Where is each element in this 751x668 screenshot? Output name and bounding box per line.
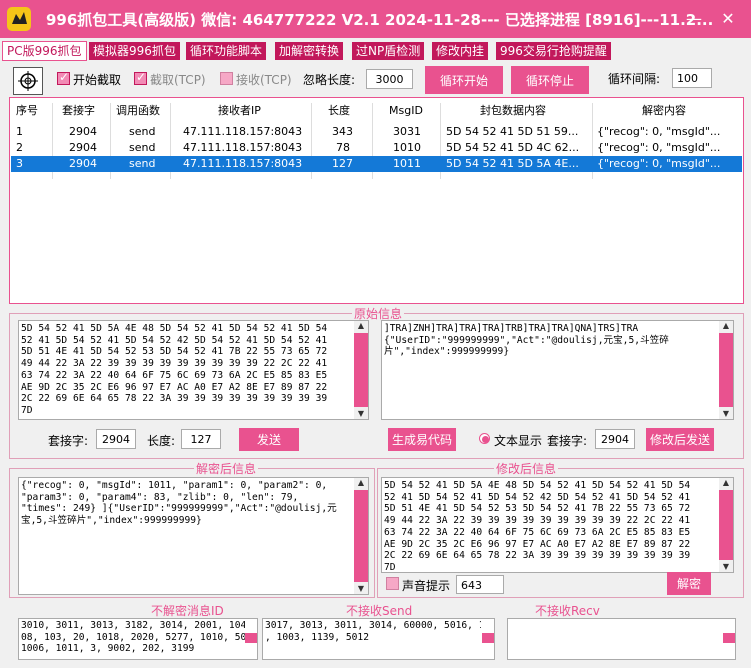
no-decrypt-scroll-thumb[interactable] bbox=[245, 633, 257, 643]
text-display-radio[interactable] bbox=[479, 433, 490, 444]
sound-alert-label: 声音提示 bbox=[402, 579, 451, 593]
raw-hex-scroll-thumb[interactable] bbox=[354, 333, 368, 407]
decrypted-scroll-thumb[interactable] bbox=[354, 490, 368, 582]
sound-alert-checkbox[interactable] bbox=[386, 577, 399, 590]
col-header-decrypted[interactable]: 解密内容 bbox=[642, 103, 686, 119]
scroll-down-icon[interactable]: ▼ bbox=[354, 584, 368, 594]
no-send-text: 3017, 3013, 3011, 3014, 60000, 5016, 100… bbox=[265, 620, 481, 643]
scroll-down-icon[interactable]: ▼ bbox=[719, 409, 733, 419]
no-recv-title: 不接收Recv bbox=[535, 604, 600, 618]
scroll-up-icon[interactable]: ▲ bbox=[719, 478, 733, 488]
length-input[interactable]: 127 bbox=[181, 429, 221, 449]
col-header-packet-data[interactable]: 封包数据内容 bbox=[480, 103, 546, 119]
loop-stop-button[interactable]: 循环停止 bbox=[511, 66, 589, 94]
raw-text-panel[interactable]: ]TRA]ZNH]TRA]TRA]TRA]TRB]TRA]TRA]QNA]TRS… bbox=[381, 320, 734, 420]
text-display-label: 文本显示 bbox=[494, 434, 543, 448]
raw-text-scroll-thumb[interactable] bbox=[719, 333, 733, 407]
modified-scroll-thumb[interactable] bbox=[719, 490, 733, 560]
recv-tcp-checkbox[interactable] bbox=[220, 72, 233, 85]
loop-interval-label: 循环间隔: bbox=[608, 72, 661, 86]
decrypt-button[interactable]: 解密 bbox=[667, 572, 711, 595]
modified-hex-text: 5D 54 52 41 5D 5A 4E 48 5D 54 52 41 5D 5… bbox=[384, 480, 691, 572]
generate-code-button[interactable]: 生成易代码 bbox=[388, 428, 456, 451]
col-header-length[interactable]: 长度 bbox=[328, 103, 350, 119]
tab-loop-script[interactable]: 循环功能脚本 bbox=[186, 42, 267, 60]
start-capture-checkbox[interactable] bbox=[57, 70, 70, 85]
scroll-up-icon[interactable]: ▲ bbox=[354, 478, 368, 488]
no-send-title: 不接收Send bbox=[346, 604, 413, 618]
app-logo-icon bbox=[6, 6, 32, 32]
table-row[interactable]: 2 2904 send 47.111.118.157:8043 78 1010 … bbox=[11, 140, 742, 156]
tab-emulator-capture[interactable]: 模拟器996抓包 bbox=[89, 42, 180, 60]
socket2-input[interactable]: 2904 bbox=[595, 429, 635, 449]
tab-modify-plugin[interactable]: 修改内挂 bbox=[432, 42, 489, 60]
scroll-up-icon[interactable]: ▲ bbox=[354, 321, 368, 331]
decrypted-title: 解密后信息 bbox=[194, 460, 259, 477]
capture-tcp-label: 截取(TCP) bbox=[150, 73, 206, 87]
raw-hex-panel[interactable]: 5D 54 52 41 5D 5A 4E 48 5D 54 52 41 5D 5… bbox=[18, 320, 369, 420]
tab-pc-capture[interactable]: PC版996抓包 bbox=[2, 41, 87, 61]
col-header-socket[interactable]: 套接字 bbox=[62, 103, 95, 119]
raw-text-content: ]TRA]ZNH]TRA]TRA]TRA]TRB]TRA]TRA]QNA]TRS… bbox=[384, 323, 669, 358]
col-header-receiver-ip[interactable]: 接收者IP bbox=[218, 103, 261, 119]
col-header-index[interactable]: 序号 bbox=[16, 103, 38, 119]
recv-tcp-label: 接收(TCP) bbox=[236, 73, 292, 87]
no-decrypt-text: 3010, 3011, 3013, 3182, 3014, 2001, 104,… bbox=[21, 620, 245, 655]
decrypted-text: {"recog": 0, "msgId": 1011, "param1": 0,… bbox=[21, 480, 337, 527]
minimize-button[interactable]: — bbox=[683, 8, 705, 30]
loop-start-button[interactable]: 循环开始 bbox=[425, 66, 503, 94]
col-header-msgid[interactable]: MsgID bbox=[389, 103, 423, 119]
send-button[interactable]: 发送 bbox=[239, 428, 299, 451]
raw-hex-text: 5D 54 52 41 5D 5A 4E 48 5D 54 52 41 5D 5… bbox=[21, 323, 328, 416]
socket-label: 套接字: bbox=[48, 434, 89, 448]
scroll-down-icon[interactable]: ▼ bbox=[354, 409, 368, 419]
no-recv-text bbox=[510, 620, 722, 660]
loop-interval-input[interactable]: 100 bbox=[672, 68, 712, 88]
target-picker-button[interactable] bbox=[13, 67, 43, 95]
length-label: 长度: bbox=[147, 434, 176, 448]
no-recv-scroll-thumb[interactable] bbox=[723, 633, 735, 643]
no-recv-panel[interactable] bbox=[507, 618, 736, 660]
modified-hex-panel[interactable]: 5D 54 52 41 5D 5A 4E 48 5D 54 52 41 5D 5… bbox=[381, 477, 734, 573]
no-send-scroll-thumb[interactable] bbox=[482, 633, 494, 643]
table-row-selected[interactable]: 3 2904 send 47.111.118.157:8043 127 1011… bbox=[11, 156, 742, 172]
no-decrypt-title: 不解密消息ID bbox=[151, 604, 224, 618]
close-button[interactable]: ✕ bbox=[717, 8, 739, 30]
capture-tcp-checkbox[interactable] bbox=[134, 70, 147, 85]
tab-trade-alert[interactable]: 996交易行抢购提醒 bbox=[496, 42, 611, 60]
start-capture-label: 开始截取 bbox=[73, 73, 122, 87]
no-send-panel[interactable]: 3017, 3013, 3011, 3014, 60000, 5016, 100… bbox=[262, 618, 495, 660]
decrypted-panel[interactable]: {"recog": 0, "msgId": 1011, "param1": 0,… bbox=[18, 477, 369, 595]
ignore-length-label: 忽略长度: bbox=[303, 73, 356, 87]
tab-np-shield[interactable]: 过NP盾检测 bbox=[352, 42, 425, 60]
scroll-up-icon[interactable]: ▲ bbox=[719, 321, 733, 331]
tab-crypto-convert[interactable]: 加解密转换 bbox=[275, 42, 344, 60]
ignore-length-input[interactable]: 3000 bbox=[366, 69, 413, 89]
modified-title: 修改后信息 bbox=[494, 460, 559, 477]
no-decrypt-panel[interactable]: 3010, 3011, 3013, 3182, 3014, 2001, 104,… bbox=[18, 618, 258, 660]
table-row[interactable]: 1 2904 send 47.111.118.157:8043 343 3031… bbox=[11, 124, 742, 140]
sound-alert-input[interactable]: 643 bbox=[456, 575, 504, 594]
window-title: 996抓包工具(高级版) 微信: 464777222 V2.1 2024-11-… bbox=[46, 11, 714, 29]
socket-input[interactable]: 2904 bbox=[96, 429, 136, 449]
col-header-function[interactable]: 调用函数 bbox=[116, 103, 160, 119]
socket2-label: 套接字: bbox=[547, 434, 588, 448]
crosshair-icon bbox=[18, 71, 38, 91]
send-modified-button[interactable]: 修改后发送 bbox=[646, 428, 714, 451]
scroll-down-icon[interactable]: ▼ bbox=[719, 562, 733, 572]
